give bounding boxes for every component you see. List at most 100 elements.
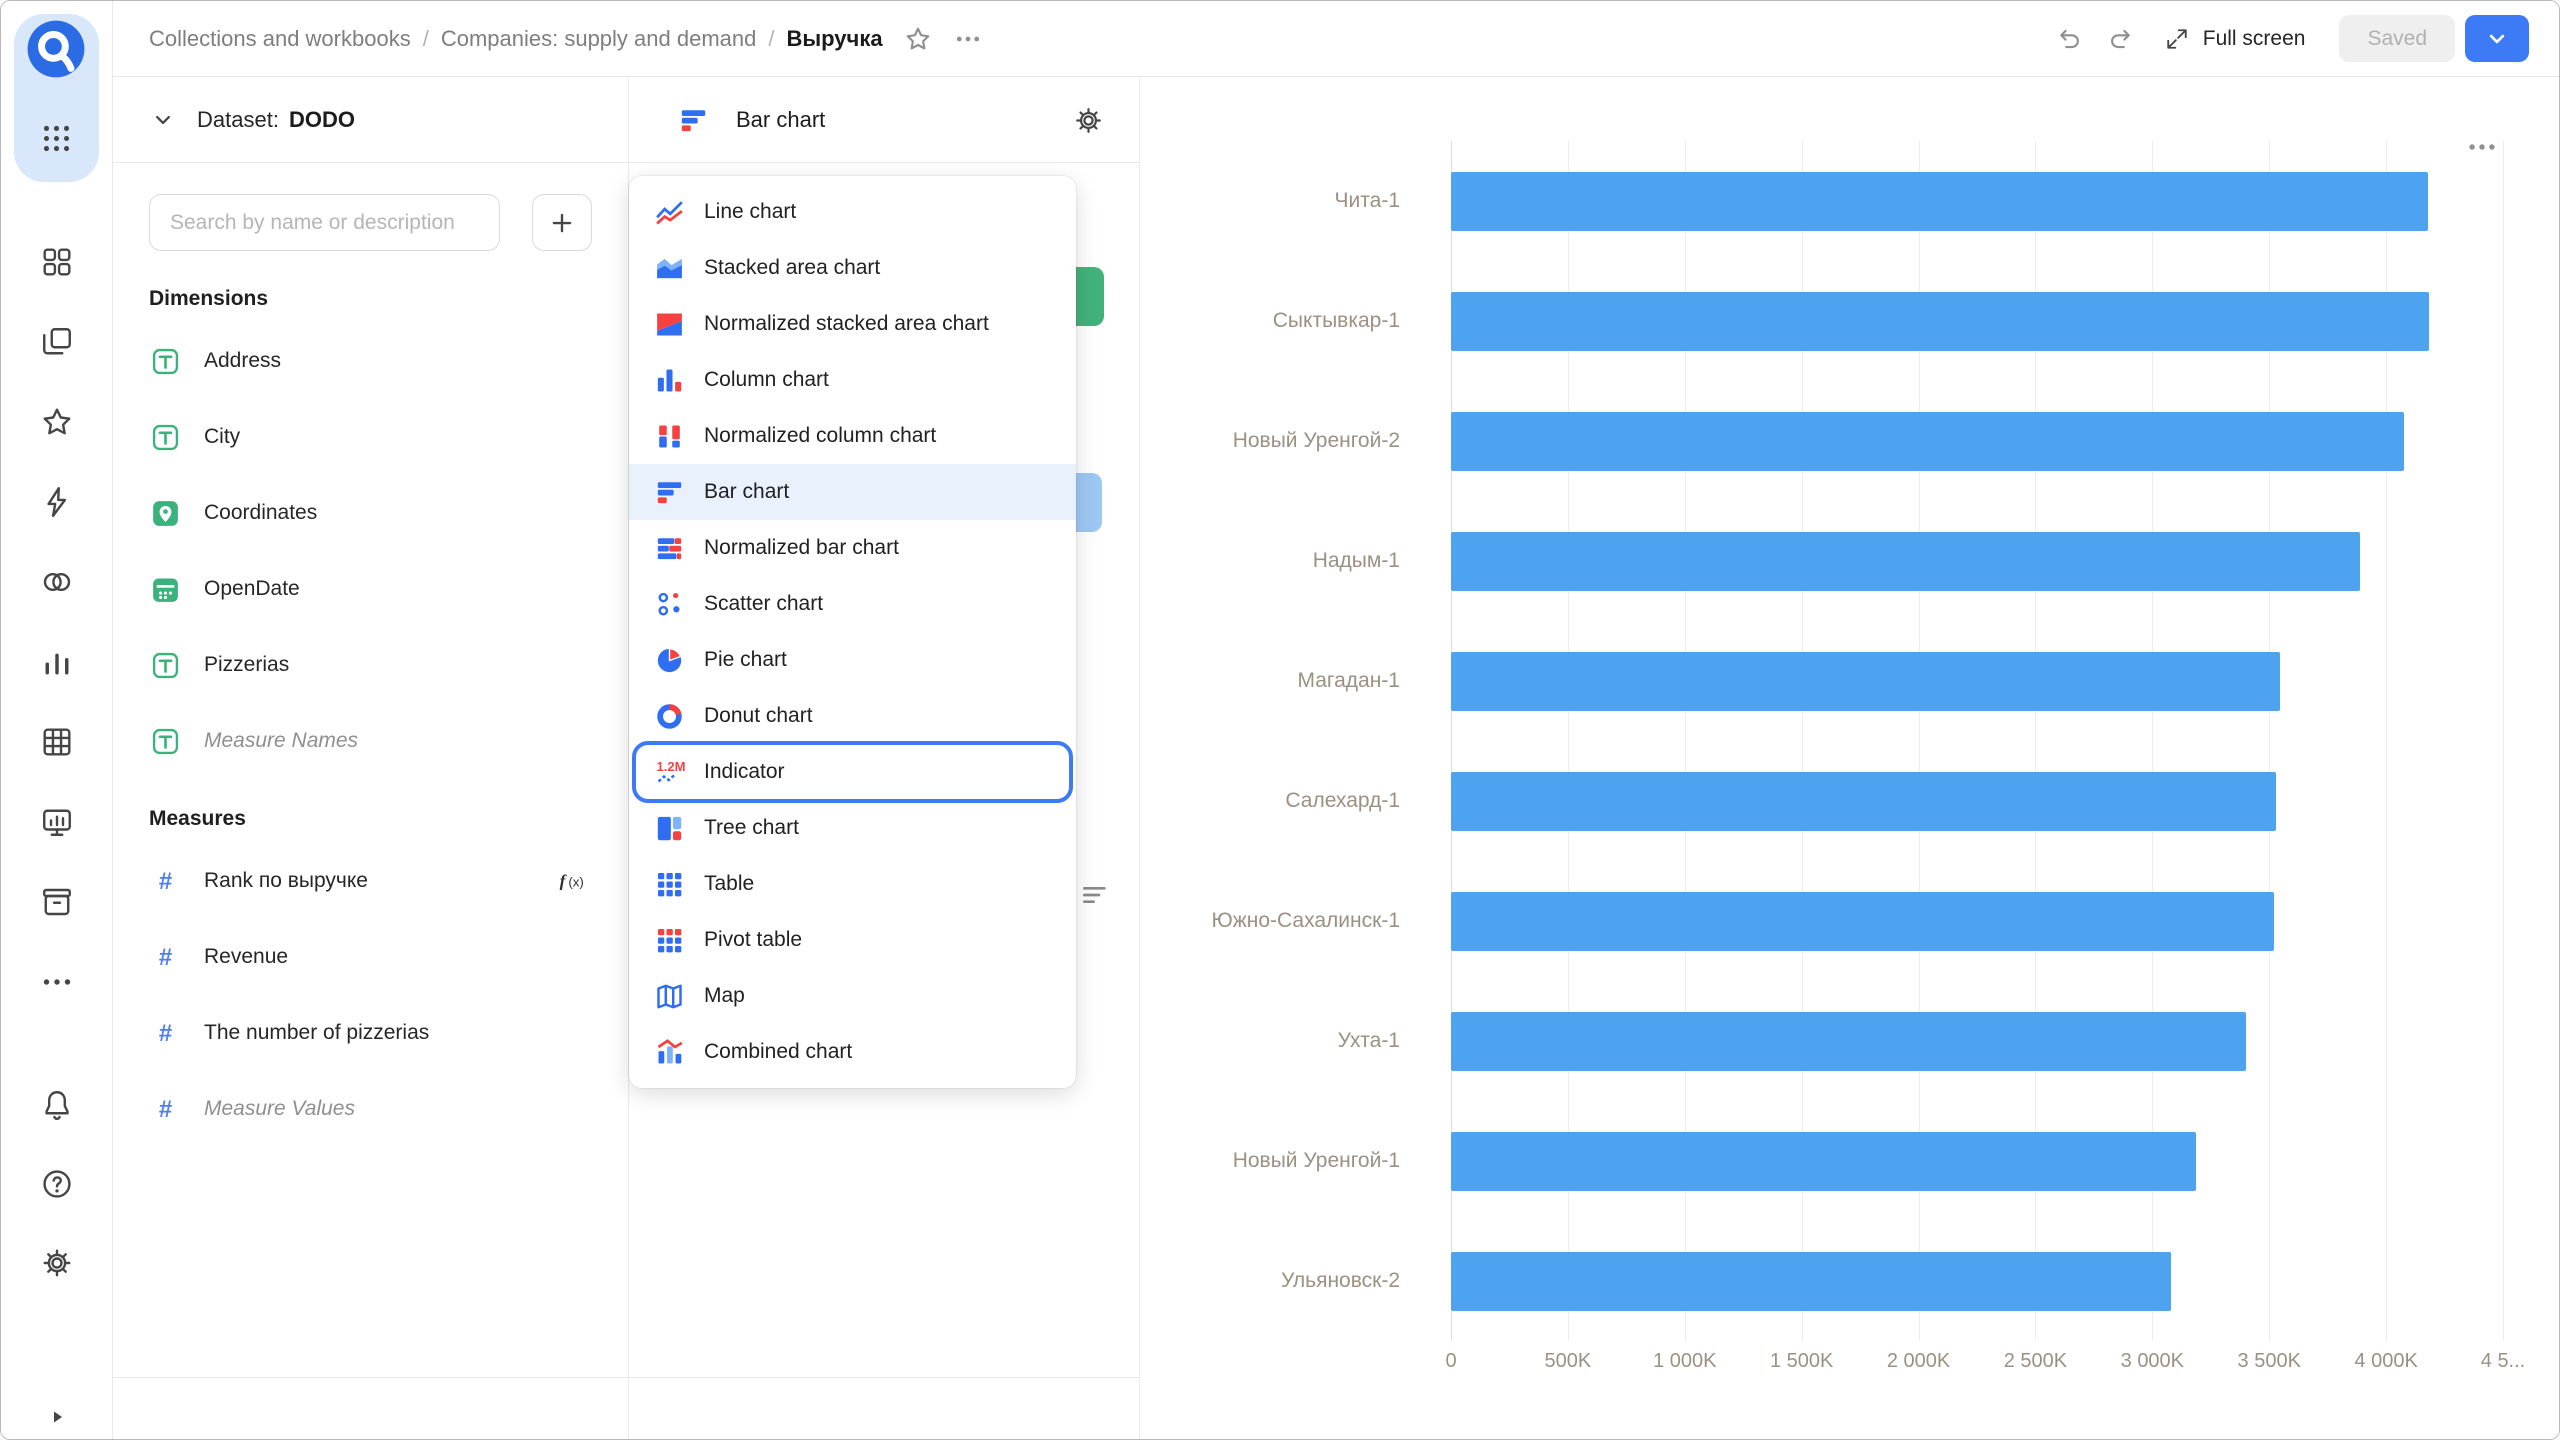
menu-item-column-chart[interactable]: Column chart (629, 352, 1076, 408)
bar-Сыктывкар-1[interactable] (1451, 292, 2429, 351)
menu-item-label: Line chart (704, 200, 796, 224)
menu-item-label: Stacked area chart (704, 256, 880, 280)
svg-text:1.2M: 1.2M (656, 759, 685, 774)
chart-settings-gear-icon[interactable] (1072, 104, 1105, 137)
menu-item-table[interactable]: Table (629, 856, 1076, 912)
star-icon[interactable] (39, 404, 75, 440)
measure-field-row[interactable]: #Measure Values (113, 1071, 628, 1147)
field-label: Revenue (204, 945, 288, 969)
bar-Южно-Сахалинск-1[interactable] (1451, 892, 2274, 951)
bar-row (1451, 501, 2503, 621)
venn-icon[interactable] (39, 564, 75, 600)
squares-icon[interactable] (39, 244, 75, 280)
svg-text:f: f (560, 871, 568, 890)
breadcrumb-collections[interactable]: Collections and workbooks (149, 26, 411, 52)
menu-item-bar-chart[interactable]: Bar chart (629, 464, 1076, 520)
menu-item-stacked-area-chart[interactable]: Stacked area chart (629, 240, 1076, 296)
breadcrumb-more-icon[interactable] (953, 24, 983, 54)
svg-text:#: # (159, 944, 172, 971)
pivot-table-icon (653, 924, 686, 957)
menu-item-label: Bar chart (704, 480, 789, 504)
menu-item-normalized-bar-chart[interactable]: Normalized bar chart (629, 520, 1076, 576)
lightning-icon[interactable] (39, 484, 75, 520)
menu-item-scatter-chart[interactable]: Scatter chart (629, 576, 1076, 632)
grid-icon[interactable] (39, 724, 75, 760)
dataset-header[interactable]: Dataset: DODO (113, 78, 628, 163)
settings-icon[interactable] (39, 1245, 75, 1281)
category-label: Чита-1 (1140, 141, 1434, 261)
bar-chart-type-icon[interactable] (677, 104, 710, 137)
add-field-button[interactable] (532, 194, 592, 251)
full-screen-label: Full screen (2203, 27, 2306, 51)
svg-text:#: # (159, 1020, 172, 1047)
dimension-field-row[interactable]: Address (113, 323, 628, 399)
panel-bottom-divider (113, 1377, 1139, 1378)
redo-icon[interactable] (2105, 24, 2135, 54)
dimension-field-row[interactable]: Coordinates (113, 475, 628, 551)
help-icon[interactable] (39, 1166, 75, 1202)
chevron-down-icon[interactable] (149, 106, 177, 134)
measure-field-row[interactable]: # Revenue (113, 919, 628, 995)
menu-item-normalized-stacked-area-chart[interactable]: Normalized stacked area chart (629, 296, 1076, 352)
chart-plot (1451, 141, 2503, 1341)
menu-item-label: Pivot table (704, 928, 802, 952)
measure-field-row[interactable]: #Rank по выручкеf(x) (113, 843, 628, 919)
bar-Надым-1[interactable] (1451, 532, 2360, 591)
datalens-logo[interactable] (25, 18, 87, 80)
layers-icon[interactable] (39, 324, 75, 360)
bar-Чита-1[interactable] (1451, 172, 2428, 231)
bars-icon[interactable] (39, 644, 75, 680)
measure-field-row[interactable]: #The number of pizzerias (113, 995, 628, 1071)
menu-item-donut-chart[interactable]: Donut chart (629, 688, 1076, 744)
bar-row (1451, 741, 2503, 861)
x-tick-label: 3 000K (2121, 1350, 2184, 1373)
field-label: Measure Values (204, 1097, 355, 1121)
bar-Новый Уренгой-1[interactable] (1451, 1132, 2196, 1191)
breadcrumb-workbook[interactable]: Companies: supply and demand (441, 26, 757, 52)
apps-grid-icon[interactable] (38, 120, 75, 157)
sort-icon[interactable] (1079, 875, 1111, 915)
menu-item-indicator[interactable]: 1.2MIndicator (629, 744, 1076, 800)
bell-icon[interactable] (39, 1087, 75, 1123)
bar-Ухта-1[interactable] (1451, 1012, 2246, 1071)
bar-Новый Уренгой-2[interactable] (1451, 412, 2404, 471)
svg-text:#: # (159, 868, 172, 895)
normalized-bar-icon (653, 532, 686, 565)
bar-Ульяновск-2[interactable] (1451, 1252, 2171, 1311)
menu-item-pivot-table[interactable]: Pivot table (629, 912, 1076, 968)
dimension-field-row[interactable]: City (113, 399, 628, 475)
menu-item-label: Scatter chart (704, 592, 823, 616)
favorite-star-icon[interactable] (903, 24, 933, 54)
bar-Салехард-1[interactable] (1451, 772, 2276, 831)
dataset-name[interactable]: DODO (289, 107, 355, 133)
dimension-field-row[interactable]: OpenDate (113, 551, 628, 627)
chart-type-selector[interactable]: Bar chart (736, 107, 825, 133)
dimension-chip-partial[interactable] (1075, 267, 1104, 326)
sidebar-collapse-icon[interactable] (45, 1405, 69, 1429)
bar-row (1451, 1221, 2503, 1341)
dimensions-list: AddressCityCoordinatesOpenDate Pizzerias M… (113, 323, 628, 779)
field-label: Pizzerias (204, 653, 289, 677)
menu-item-tree-chart[interactable]: Tree chart (629, 800, 1076, 856)
menu-item-line-chart[interactable]: Line chart (629, 184, 1076, 240)
measure-chip-partial[interactable] (1075, 473, 1102, 532)
search-input[interactable] (149, 194, 500, 251)
undo-icon[interactable] (2055, 24, 2085, 54)
save-dropdown-button[interactable] (2465, 15, 2529, 62)
gridline (2503, 141, 2504, 1341)
full-screen-button[interactable]: Full screen (2163, 25, 2306, 53)
dimension-field-row[interactable]: Pizzerias (113, 627, 628, 703)
monitor-icon[interactable] (39, 804, 75, 840)
menu-item-pie-chart[interactable]: Pie chart (629, 632, 1076, 688)
chart-x-axis-ticks: 0500K1 000K1 500K2 000K2 500K3 000K3 500… (1451, 1350, 2503, 1382)
saved-button[interactable]: Saved (2339, 15, 2455, 62)
dimension-field-row[interactable]: Measure Names (113, 703, 628, 779)
measure-type-icon: # (149, 1017, 182, 1050)
bar-Магадан-1[interactable] (1451, 652, 2280, 711)
breadcrumb-separator: / (768, 26, 774, 52)
menu-item-normalized-column-chart[interactable]: Normalized column chart (629, 408, 1076, 464)
more-icon[interactable] (39, 964, 75, 1000)
box-icon[interactable] (39, 884, 75, 920)
menu-item-map[interactable]: Map (629, 968, 1076, 1024)
menu-item-combined-chart[interactable]: Combined chart (629, 1024, 1076, 1080)
